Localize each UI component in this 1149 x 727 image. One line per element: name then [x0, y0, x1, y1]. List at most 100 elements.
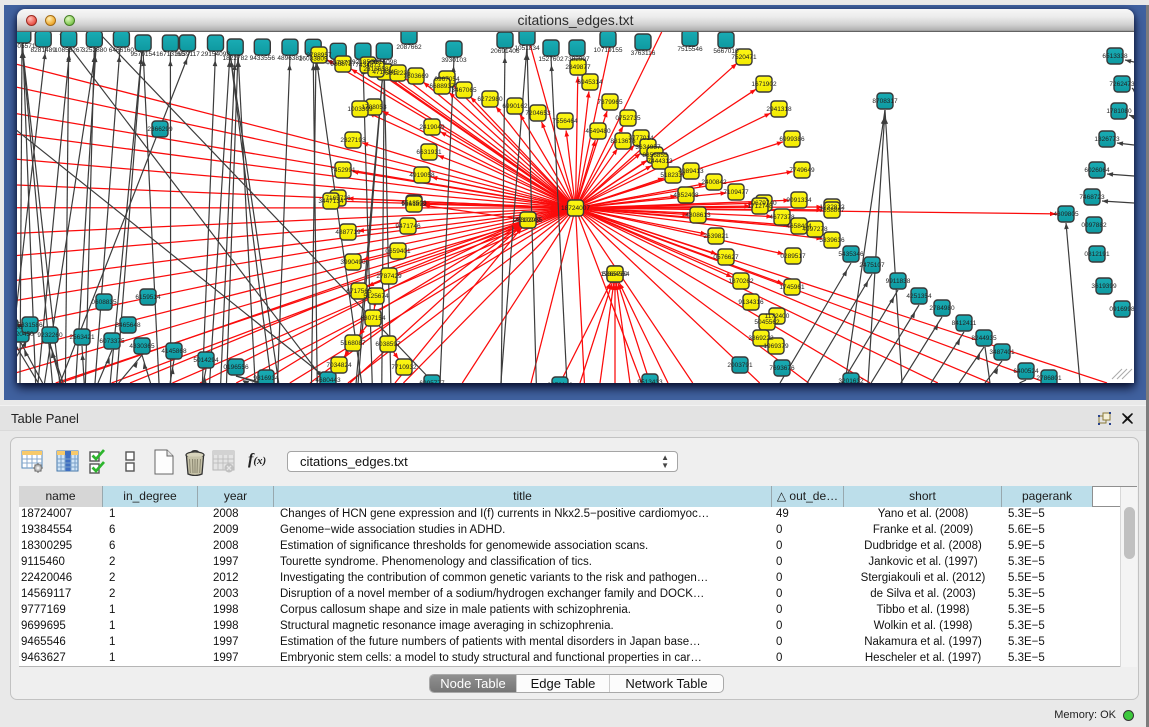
svg-text:2366299: 2366299	[147, 126, 173, 133]
svg-text:8708317: 8708317	[872, 98, 898, 105]
svg-text:1051834: 1051834	[514, 45, 540, 52]
svg-text:6513338: 6513338	[1102, 53, 1128, 60]
svg-text:1870262: 1870262	[728, 278, 754, 285]
svg-text:2316658: 2316658	[363, 66, 389, 73]
svg-text:2419049: 2419049	[419, 124, 445, 131]
svg-text:7379965: 7379965	[597, 99, 623, 106]
svg-text:2639821: 2639821	[703, 233, 729, 240]
svg-text:7034824: 7034824	[326, 362, 352, 369]
svg-text:3930103: 3930103	[441, 57, 467, 64]
svg-text:5045562: 5045562	[754, 319, 780, 326]
svg-text:4352408: 4352408	[673, 192, 699, 199]
svg-text:1822782: 1822782	[223, 55, 249, 62]
svg-text:19384554: 19384554	[601, 271, 630, 278]
svg-text:2941318: 2941318	[766, 106, 792, 113]
svg-text:2400842: 2400842	[701, 179, 727, 186]
svg-text:1671902: 1671902	[751, 81, 777, 88]
svg-text:6272980: 6272980	[477, 96, 503, 103]
svg-text:9433556: 9433556	[250, 55, 276, 62]
svg-text:0812191: 0812191	[1084, 251, 1110, 258]
svg-text:0752735: 0752735	[615, 115, 641, 122]
svg-text:3990490: 3990490	[340, 259, 366, 266]
svg-text:10719155: 10719155	[594, 47, 623, 54]
svg-text:3777014: 3777014	[628, 135, 654, 142]
svg-text:6945314: 6945314	[577, 79, 603, 86]
svg-text:4997278: 4997278	[802, 226, 828, 233]
svg-text:2788957: 2788957	[306, 52, 332, 59]
svg-text:9471746: 9471746	[395, 223, 421, 230]
svg-text:4989413: 4989413	[678, 168, 704, 175]
svg-text:4309805: 4309805	[1053, 211, 1079, 218]
svg-text:6400524: 6400524	[1013, 368, 1039, 375]
svg-text:3039117: 3039117	[175, 51, 200, 58]
svg-text:6073375: 6073375	[99, 338, 125, 345]
svg-text:4677378: 4677378	[769, 214, 795, 221]
svg-text:3634957: 3634957	[635, 144, 661, 151]
svg-text:4145868: 4145868	[161, 348, 187, 355]
svg-text:2787429: 2787429	[376, 273, 402, 280]
svg-text:5125674: 5125674	[363, 293, 389, 300]
svg-text:18724007: 18724007	[561, 205, 590, 212]
svg-text:7109477: 7109477	[723, 189, 749, 196]
svg-text:7382997: 7382997	[564, 56, 590, 63]
svg-text:8281489: 8281489	[31, 47, 57, 54]
svg-text:2620450: 2620450	[17, 331, 34, 338]
svg-text:3201632: 3201632	[838, 378, 864, 383]
svg-text:9232260: 9232260	[37, 332, 63, 339]
svg-text:4808613: 4808613	[685, 212, 711, 219]
svg-text:25302035: 25302035	[514, 217, 543, 224]
svg-text:7468723: 7468723	[1079, 194, 1105, 201]
svg-text:0097882: 0097882	[1081, 222, 1107, 229]
svg-text:7452991: 7452991	[330, 167, 356, 174]
svg-text:7710932: 7710932	[391, 364, 417, 371]
svg-text:7515546: 7515546	[677, 46, 703, 53]
svg-text:2786801: 2786801	[1036, 375, 1062, 382]
svg-text:6026064: 6026064	[1084, 167, 1110, 174]
svg-text:0576627: 0576627	[713, 254, 739, 261]
svg-text:9361832: 9361832	[401, 201, 427, 208]
svg-text:5339636: 5339636	[819, 237, 845, 244]
svg-text:7603669: 7603669	[403, 73, 429, 80]
svg-text:6159514: 6159514	[135, 294, 161, 301]
svg-text:1712748: 1712748	[747, 203, 773, 210]
svg-text:3487401: 3487401	[989, 349, 1015, 356]
svg-text:3467065: 3467065	[451, 87, 477, 94]
svg-text:9513433: 9513433	[637, 379, 663, 383]
svg-text:5331586: 5331586	[17, 322, 43, 329]
svg-text:3872148: 3872148	[547, 382, 573, 383]
svg-text:9091334: 9091334	[786, 197, 812, 204]
svg-text:2849877: 2849877	[565, 64, 591, 71]
svg-text:3447134: 3447134	[318, 198, 344, 205]
svg-text:2563421: 2563421	[69, 334, 95, 341]
svg-text:3619399: 3619399	[1091, 283, 1117, 290]
svg-text:7558867: 7558867	[819, 207, 845, 214]
svg-text:2327193: 2327193	[340, 137, 366, 144]
svg-text:0608835: 0608835	[91, 299, 117, 306]
svg-text:0196556: 0196556	[223, 364, 249, 371]
svg-text:7556464: 7556464	[552, 118, 578, 125]
svg-text:1781080: 1781080	[1106, 108, 1132, 115]
svg-text:9570154: 9570154	[130, 51, 156, 58]
svg-text:7204653: 7204653	[525, 110, 551, 117]
svg-text:10853267: 10853267	[54, 47, 83, 54]
svg-text:1745961: 1745961	[779, 284, 805, 291]
svg-text:0659401: 0659401	[385, 248, 411, 255]
svg-text:1326773: 1326773	[1094, 136, 1120, 143]
svg-text:6038597: 6038597	[375, 341, 401, 348]
svg-text:0916998: 0916998	[1109, 306, 1134, 313]
svg-text:4330365: 4330365	[129, 343, 155, 350]
svg-text:7444313: 7444313	[647, 158, 673, 165]
svg-text:7749649: 7749649	[789, 167, 815, 174]
svg-text:7520471: 7520471	[731, 54, 757, 61]
svg-text:3763116: 3763116	[631, 50, 656, 57]
svg-text:6999386: 6999386	[779, 136, 805, 143]
svg-text:2003791: 2003791	[727, 362, 753, 369]
svg-text:3869222: 3869222	[748, 335, 774, 342]
svg-text:9868727: 9868727	[330, 61, 356, 68]
svg-text:8412411: 8412411	[952, 320, 977, 327]
svg-text:1003309: 1003309	[347, 106, 373, 113]
svg-text:5435346: 5435346	[838, 251, 864, 258]
svg-text:1527602: 1527602	[538, 56, 564, 63]
svg-text:6990162: 6990162	[502, 103, 528, 110]
svg-text:3252880: 3252880	[82, 47, 108, 54]
